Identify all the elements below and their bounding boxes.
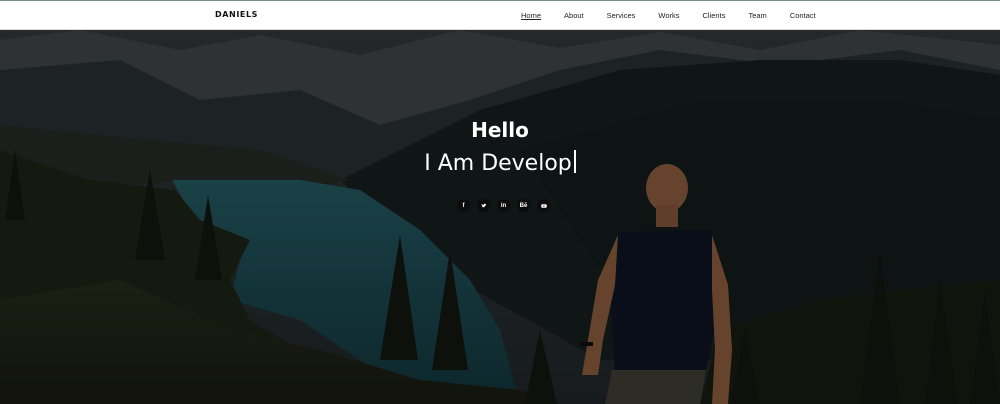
nav-item-team[interactable]: Team: [748, 11, 766, 20]
facebook-icon[interactable]: f: [457, 199, 470, 212]
nav-item-services[interactable]: Services: [607, 11, 636, 20]
nav-item-about[interactable]: About: [564, 11, 584, 20]
hero-greeting: Hello: [471, 118, 529, 142]
nav-item-clients[interactable]: Clients: [703, 11, 726, 20]
hero-background-image: [0, 30, 1000, 404]
brand-logo[interactable]: DANIELS: [215, 10, 258, 19]
linkedin-icon[interactable]: in: [497, 199, 510, 212]
hero-section: Hello I Am Develop f in Bē: [0, 30, 1000, 404]
hero-typing-text: I Am Develop: [0, 150, 1000, 176]
typing-cursor: [573, 150, 576, 173]
top-navbar: DANIELS Home About Services Works Client…: [0, 0, 1000, 30]
social-links: f in Bē: [457, 199, 557, 212]
nav-item-home[interactable]: Home: [521, 11, 541, 20]
twitter-icon[interactable]: [477, 199, 490, 212]
nav-item-contact[interactable]: Contact: [790, 11, 816, 20]
typing-text-content: I Am Develop: [424, 151, 572, 176]
main-nav: Home About Services Works Clients Team C…: [521, 11, 839, 20]
behance-icon[interactable]: Bē: [517, 199, 530, 212]
nav-item-works[interactable]: Works: [658, 11, 679, 20]
youtube-icon[interactable]: [537, 199, 550, 212]
